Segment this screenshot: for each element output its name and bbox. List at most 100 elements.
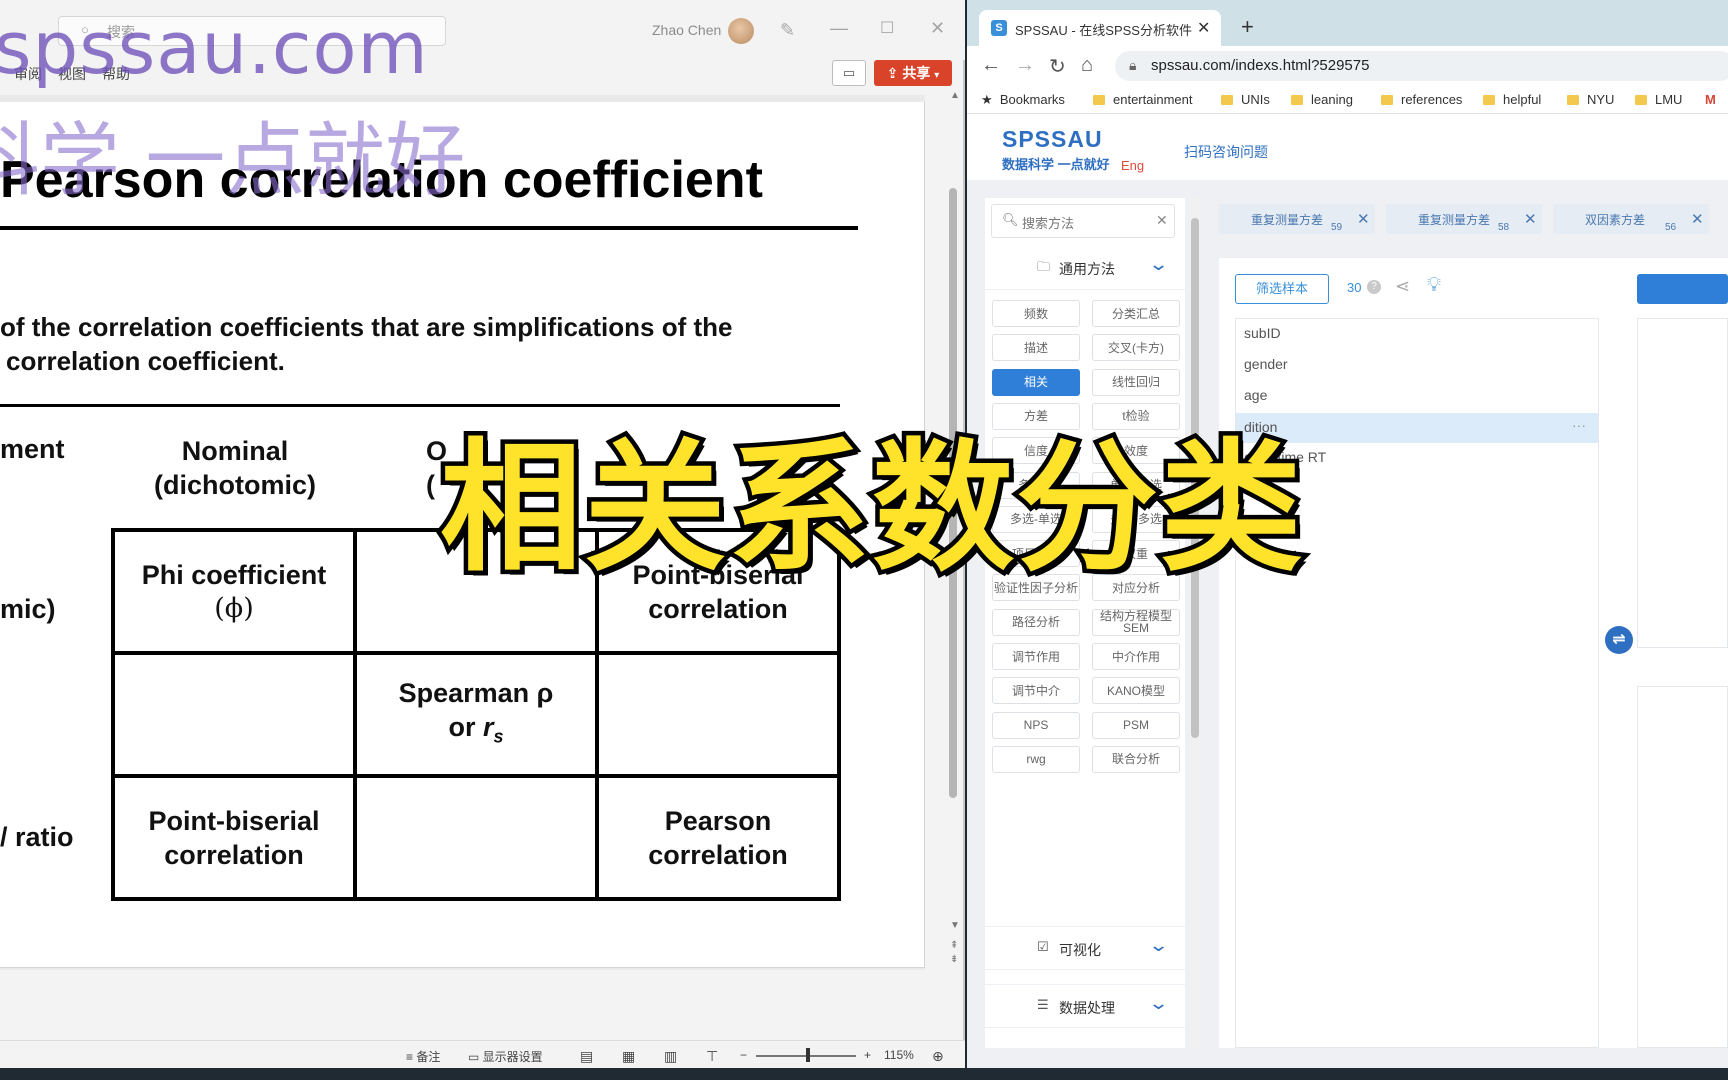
tab-close-icon[interactable]: ✕ — [1197, 18, 1210, 38]
bookmark-lmu[interactable]: LMU — [1635, 92, 1682, 107]
watermark-domain: spssau.com — [0, 6, 429, 90]
col-header-nominal: Nominal (dichotomic) — [130, 434, 340, 502]
bookmark-nyu[interactable]: NYU — [1567, 92, 1614, 107]
chip-close-icon[interactable]: ✕ — [1524, 210, 1537, 228]
bookmark-label: leaning — [1311, 92, 1353, 107]
analysis-variable-box[interactable] — [1637, 686, 1728, 1048]
method-panel-scrollbar[interactable] — [1189, 198, 1201, 1048]
cell-text: Pearson — [664, 805, 772, 836]
share-icon[interactable]: ⋖ — [1395, 276, 1410, 297]
zoom-level[interactable]: 115% — [884, 1048, 914, 1062]
history-chip[interactable]: 重复测量方差 59 ✕ — [1219, 204, 1375, 234]
tab-spssau[interactable]: S SPSSAU - 在线SPSS分析软件 ✕ — [979, 10, 1221, 46]
section-label: 可视化 — [1059, 942, 1101, 958]
method-button[interactable]: PSM — [1092, 711, 1180, 739]
close-icon[interactable]: ✕ — [930, 18, 945, 39]
minimize-icon[interactable]: — — [830, 18, 848, 39]
section-general-methods[interactable]: 🗀 通用方法 ⌄ — [985, 246, 1185, 290]
cell-empty — [595, 651, 841, 778]
search-icon: 🔍︎ — [1002, 212, 1019, 227]
method-button[interactable]: 调节作用 — [992, 643, 1080, 670]
cell-text: (ϕ) — [214, 592, 254, 624]
bookmark-references[interactable]: references — [1381, 92, 1462, 107]
star-icon: ★ — [981, 92, 993, 107]
method-button[interactable]: NPS — [992, 711, 1080, 739]
notes-button[interactable]: ≡ 备注 — [406, 1048, 440, 1065]
comment-icon: ▭ — [842, 65, 856, 80]
method-button[interactable]: 联合分析 — [1092, 745, 1180, 773]
lightbulb-icon[interactable]: 💡︎ — [1427, 274, 1441, 297]
normal-view-icon[interactable]: ▤ — [580, 1048, 593, 1065]
bookmark-star[interactable]: ★ Bookmarks — [981, 92, 1065, 108]
share-button[interactable]: ⇪ 共享 ▾ — [874, 60, 952, 86]
site-logo[interactable]: SPSSAU — [1002, 126, 1103, 153]
share-label: 共享 — [902, 65, 931, 81]
method-button[interactable]: 分类汇总 — [1092, 300, 1180, 327]
chip-close-icon[interactable]: ✕ — [1691, 210, 1704, 228]
site-slogan: 数据科学 一点就好 — [1002, 157, 1110, 172]
more-icon[interactable]: ··· — [1572, 417, 1586, 433]
method-button[interactable]: rwg — [992, 745, 1080, 773]
section-data-processing[interactable]: ☰ 数据处理 ⌄ — [985, 984, 1185, 1028]
section-visualization[interactable]: ☑ 可视化 ⌄ — [985, 926, 1185, 970]
variable-item[interactable]: subID — [1244, 325, 1281, 341]
analysis-variable-box[interactable] — [1637, 318, 1728, 648]
col-header-nominal-line1: Nominal — [181, 436, 289, 466]
scroll-up-icon[interactable]: ▲ — [950, 90, 960, 101]
method-button[interactable]: 中介作用 — [1092, 643, 1180, 670]
cell-text-or: or — [448, 711, 483, 742]
history-chip[interactable]: 双因素方差 56 ✕ — [1553, 204, 1709, 234]
language-link[interactable]: Eng — [1121, 158, 1144, 173]
method-button[interactable]: 交叉(卡方) — [1092, 334, 1180, 362]
bookmark-entertainment[interactable]: entertainment — [1093, 92, 1193, 107]
help-icon[interactable]: ? — [1367, 280, 1381, 294]
method-button[interactable]: KANO模型 — [1092, 677, 1180, 705]
section-label: 数据处理 — [1059, 1000, 1115, 1016]
avatar[interactable] — [728, 18, 754, 44]
chip-close-icon[interactable]: ✕ — [1357, 210, 1370, 228]
chip-label: 双因素方差 — [1585, 213, 1646, 227]
home-icon[interactable]: ⌂ — [1081, 54, 1093, 77]
slide-sorter-icon[interactable]: ▦ — [622, 1048, 635, 1065]
chevron-down-icon: ⌄ — [1147, 254, 1170, 274]
method-button[interactable]: 结构方程模型SEM — [1092, 608, 1180, 636]
method-search-input[interactable]: 🔍︎ 搜索方法 ✕ — [991, 204, 1175, 238]
reload-icon[interactable]: ↻ — [1049, 54, 1066, 79]
zoom-in-button[interactable]: + — [864, 1048, 871, 1062]
zoom-out-button[interactable]: − — [740, 1048, 747, 1062]
variable-item[interactable]: gender — [1244, 356, 1288, 372]
slideshow-icon[interactable]: ⊤ — [706, 1048, 718, 1065]
bookmark-unis[interactable]: UNIs — [1221, 92, 1270, 107]
filter-samples-button[interactable]: 筛选样本 — [1235, 274, 1329, 304]
address-bar[interactable]: 🔒︎ spssau.com/indexs.html?529575 — [1115, 51, 1728, 81]
maximize-icon[interactable]: ☐ — [880, 18, 894, 38]
swap-icon[interactable]: ⇌ — [1605, 626, 1633, 654]
method-button[interactable]: 调节中介 — [992, 677, 1080, 705]
gmail-icon[interactable]: M — [1705, 92, 1716, 107]
method-button[interactable]: 描述 — [992, 334, 1080, 362]
next-slide-icon[interactable]: ⇟ — [950, 954, 958, 965]
prev-slide-icon[interactable]: ⇞ — [950, 940, 958, 951]
comment-button[interactable]: ▭ — [832, 60, 866, 86]
clear-icon[interactable]: ✕ — [1156, 212, 1168, 229]
forward-icon[interactable]: → — [1015, 54, 1035, 77]
start-analysis-button[interactable] — [1637, 274, 1728, 304]
method-button[interactable]: 路径分析 — [992, 608, 1080, 636]
history-chip[interactable]: 重复测量方差 58 ✕ — [1386, 204, 1542, 234]
scroll-down-icon[interactable]: ▼ — [950, 920, 960, 931]
folder-icon — [1381, 95, 1393, 105]
bookmark-leaning[interactable]: leaning — [1291, 92, 1353, 107]
qr-consult-link[interactable]: 扫码咨询问题 — [1184, 142, 1268, 162]
back-icon[interactable]: ← — [981, 54, 1001, 77]
slide-text-line-1: of the correlation coefficients that are… — [0, 312, 733, 342]
reading-view-icon[interactable]: ▥ — [664, 1048, 677, 1065]
method-button[interactable]: 频数 — [992, 300, 1080, 327]
display-settings-button[interactable]: ▭ 显示器设置 — [468, 1048, 543, 1065]
zoom-slider-thumb[interactable] — [806, 1048, 810, 1062]
bookmark-helpful[interactable]: helpful — [1483, 92, 1541, 107]
row-header-ratio: / ratio — [0, 822, 74, 852]
new-tab-button[interactable]: + — [1241, 14, 1254, 40]
pen-icon[interactable]: ✎ — [780, 20, 795, 41]
folder-icon — [1567, 95, 1579, 105]
fit-slide-icon[interactable]: ⊕ — [932, 1048, 944, 1065]
